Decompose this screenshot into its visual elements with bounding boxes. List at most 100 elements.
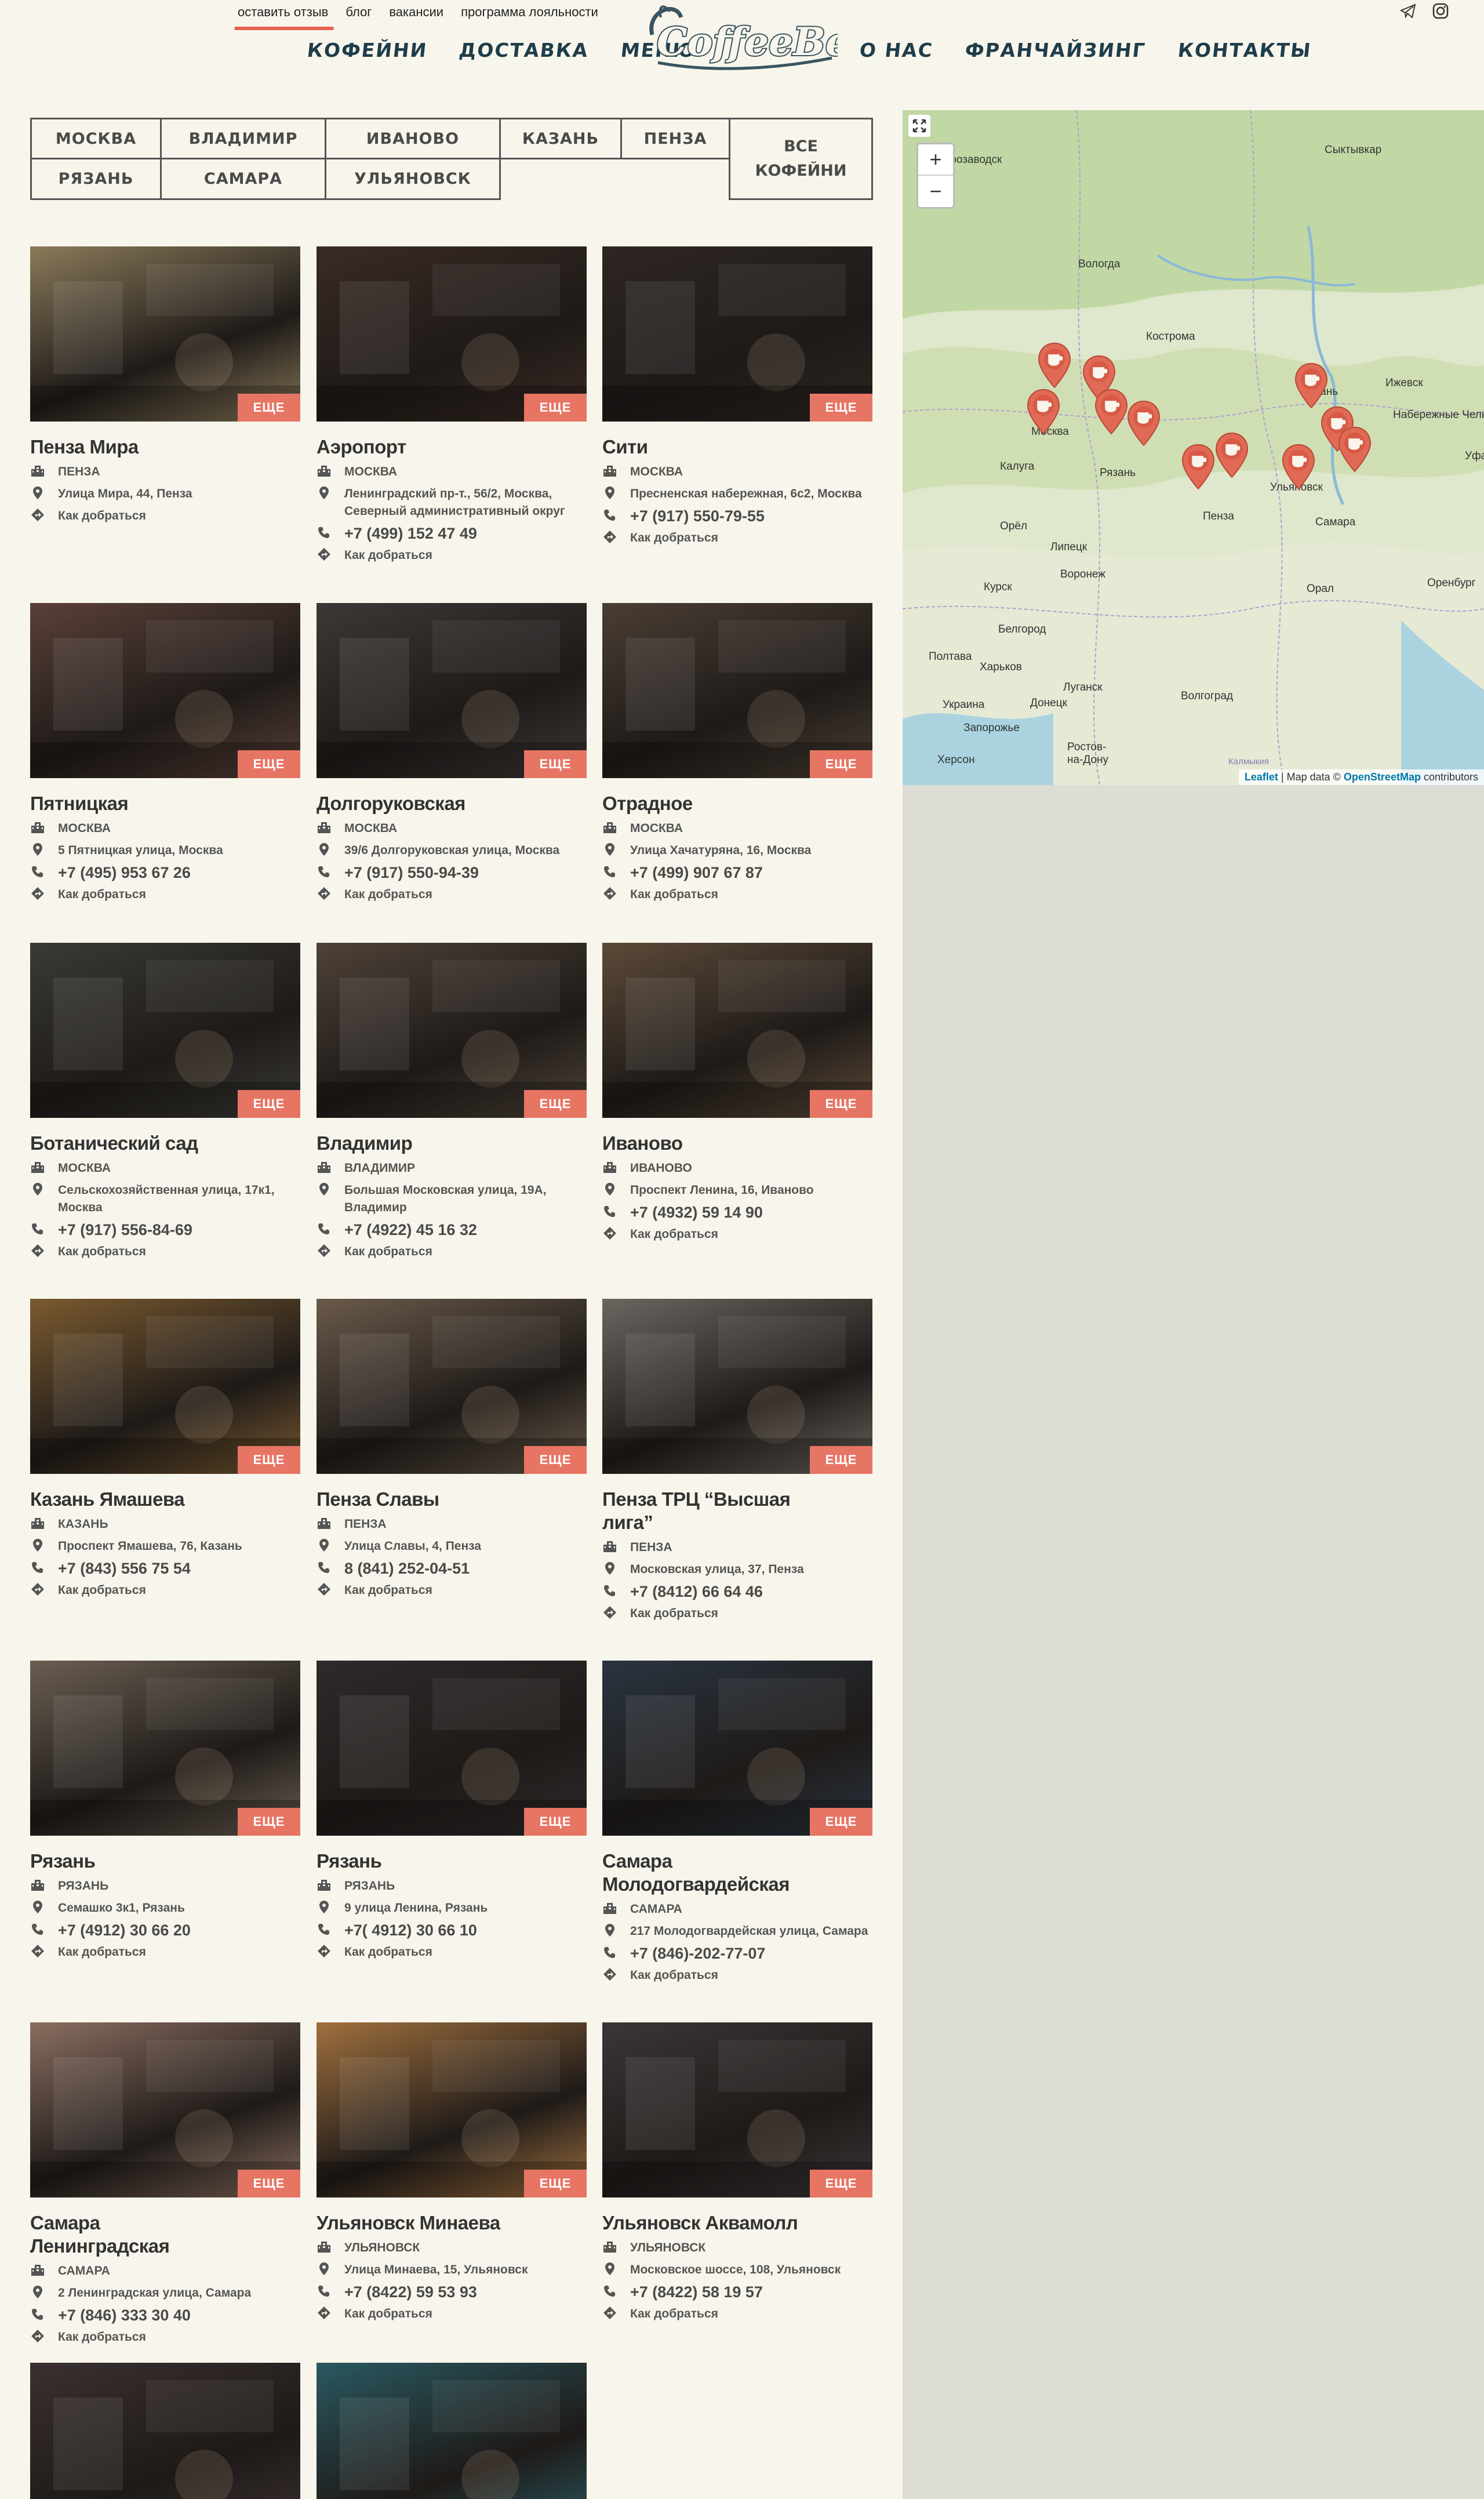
cafe-card[interactable]: ЕЩЕ Рязань РЯЗАНЬ 9 улица Ленина, Рязань +7(… xyxy=(317,1661,587,1961)
cafe-phone[interactable]: +7( 4912) 30 66 10 xyxy=(344,1922,477,1939)
cafe-name[interactable]: Аэропорт xyxy=(317,435,587,459)
cafe-photo[interactable] xyxy=(317,2363,587,2499)
cafe-name[interactable]: Казань Ямашева xyxy=(30,1488,300,1511)
zoom-out-button[interactable]: − xyxy=(918,176,953,207)
top-link-loyalty[interactable]: программа лояльности xyxy=(461,5,598,22)
cafe-marker-icon[interactable] xyxy=(1294,362,1329,409)
cafe-card[interactable]: ЕЩЕ Долгоруковская МОСКВА 39/6 Долгоруковск… xyxy=(317,603,587,903)
cafe-name[interactable]: Пятницкая xyxy=(30,792,300,815)
more-button[interactable]: ЕЩЕ xyxy=(810,2170,872,2197)
cafe-card[interactable]: ЕЩЕ Ульяновск Аквамолл УЛЬЯНОВСК Московское… xyxy=(602,2022,872,2323)
cafe-phone[interactable]: +7 (846)-202-77-07 xyxy=(630,1945,765,1962)
cafe-name[interactable]: Долгоруковская xyxy=(317,792,587,815)
cafe-marker-icon[interactable] xyxy=(1214,432,1249,478)
cafe-card[interactable]: ЕЩЕ Самара Молодогвардейская САМАРА 217 Мол… xyxy=(602,1661,872,1984)
more-button[interactable]: ЕЩЕ xyxy=(524,1090,587,1118)
cafe-phone[interactable]: +7 (4912) 30 66 20 xyxy=(58,1922,191,1939)
more-button[interactable]: ЕЩЕ xyxy=(238,1808,300,1836)
city-all[interactable]: Все кофейни xyxy=(729,118,873,200)
directions-link[interactable]: Как добраться xyxy=(344,2305,432,2323)
cafe-phone[interactable]: +7 (4922) 45 16 32 xyxy=(344,1221,477,1238)
nav-contacts[interactable]: Контакты xyxy=(1176,39,1312,61)
directions-link[interactable]: Как добраться xyxy=(344,1944,432,1961)
more-button[interactable]: ЕЩЕ xyxy=(238,394,300,422)
cafe-phone[interactable]: +7 (8422) 58 19 57 xyxy=(630,2283,763,2301)
more-button[interactable]: ЕЩЕ xyxy=(524,1808,587,1836)
cafe-name[interactable]: Ульяновск Минаева xyxy=(317,2211,587,2235)
cafe-name[interactable]: Самара Ленинградская xyxy=(30,2211,300,2258)
directions-link[interactable]: Как добраться xyxy=(58,1944,146,1961)
cafe-name[interactable]: Пенза Славы xyxy=(317,1488,587,1511)
cafe-card[interactable]: ЕЩЕ Пенза Мира ПЕНЗА Улица Мира, 44, Пенза К… xyxy=(30,246,300,525)
top-link-blog[interactable]: блог xyxy=(345,5,372,22)
cafe-card[interactable]: ЕЩЕ Ульяновск Минаева УЛЬЯНОВСК Улица Минае… xyxy=(317,2022,587,2323)
nav-franchise[interactable]: Франчайзинг xyxy=(964,39,1147,61)
cafe-card[interactable]: ЕЩЕ Аэропорт МОСКВА Ленинградский пр-т., 56… xyxy=(317,246,587,564)
directions-link[interactable]: Как добраться xyxy=(344,1243,432,1261)
cafe-photo[interactable] xyxy=(30,2363,300,2499)
directions-link[interactable]: Как добраться xyxy=(630,1605,718,1622)
cafe-marker-icon[interactable] xyxy=(1037,342,1072,388)
cafe-name[interactable]: Пенза Мира xyxy=(30,435,300,459)
directions-link[interactable]: Как добраться xyxy=(630,2305,718,2323)
cafe-card[interactable]: ЕЩЕ Ботанический сад МОСКВА Сельскохозяйств… xyxy=(30,943,300,1261)
directions-link[interactable]: Как добраться xyxy=(630,529,718,547)
cafe-card[interactable]: ЕЩЕ Иваново ИВАНОВО Проспект Ленина, 16, Ив… xyxy=(602,943,872,1243)
cafe-phone[interactable]: +7 (8422) 59 53 93 xyxy=(344,2283,477,2301)
directions-link[interactable]: Как добраться xyxy=(58,2329,146,2346)
zoom-in-button[interactable]: + xyxy=(918,144,953,176)
cafe-card[interactable]: ЕЩЕ Владимир ВЛАДИМИР Большая Московская ул… xyxy=(317,943,587,1261)
cafe-name[interactable]: Сити xyxy=(602,435,872,459)
cafe-card[interactable]: ЕЩЕ Пенза Славы ПЕНЗА Улица Славы, 4, Пенза… xyxy=(317,1299,587,1599)
cafe-marker-icon[interactable] xyxy=(1126,400,1161,446)
cafe-marker-icon[interactable] xyxy=(1181,444,1216,490)
cafe-card[interactable]: ЕЩЕ Казань Ямашева КАЗАНЬ Проспект Ямашева,… xyxy=(30,1299,300,1599)
cafe-phone[interactable]: +7 (499) 152 47 49 xyxy=(344,525,477,542)
nav-delivery[interactable]: Доставка xyxy=(458,39,590,61)
cafe-phone[interactable]: +7 (495) 953 67 26 xyxy=(58,864,191,881)
nav-cafes[interactable]: Кофейни xyxy=(306,39,428,61)
cafe-name[interactable]: Ульяновск Аквамолл xyxy=(602,2211,872,2235)
more-button[interactable]: ЕЩЕ xyxy=(524,1446,587,1474)
more-button[interactable]: ЕЩЕ xyxy=(524,394,587,422)
city-moscow[interactable]: Москва xyxy=(30,118,162,159)
cafe-card[interactable]: ЕЩЕ Самара Ленинградская САМАРА 2 Ленинград… xyxy=(30,2022,300,2346)
cafe-name[interactable]: Ботанический сад xyxy=(30,1132,300,1155)
cafe-name[interactable]: Отрадное xyxy=(602,792,872,815)
directions-link[interactable]: Как добраться xyxy=(630,886,718,903)
instagram-icon[interactable] xyxy=(1432,2,1449,20)
cafe-phone[interactable]: +7 (499) 907 67 87 xyxy=(630,864,763,881)
directions-link[interactable]: Как добраться xyxy=(344,1582,432,1599)
cafe-phone[interactable]: +7 (917) 550-94-39 xyxy=(344,864,479,881)
city-ivanovo[interactable]: Иваново xyxy=(325,118,501,159)
directions-link[interactable]: Как добраться xyxy=(58,886,146,903)
more-button[interactable]: ЕЩЕ xyxy=(524,2170,587,2197)
cafe-marker-icon[interactable] xyxy=(1026,388,1061,435)
cafe-card[interactable]: ЕЩЕ Сити МОСКВА Пресненская набережная, 6с2… xyxy=(602,246,872,547)
more-button[interactable]: ЕЩЕ xyxy=(238,2170,300,2197)
more-button[interactable]: ЕЩЕ xyxy=(810,394,872,422)
more-button[interactable]: ЕЩЕ xyxy=(810,750,872,778)
more-button[interactable]: ЕЩЕ xyxy=(238,1090,300,1118)
cafe-name[interactable]: Владимир xyxy=(317,1132,587,1155)
more-button[interactable]: ЕЩЕ xyxy=(810,1446,872,1474)
cafe-name[interactable]: Рязань xyxy=(30,1850,300,1873)
city-vladimir[interactable]: Владимир xyxy=(160,118,326,159)
more-button[interactable]: ЕЩЕ xyxy=(238,750,300,778)
cafe-phone[interactable]: 8 (841) 252-04-51 xyxy=(344,1560,470,1577)
directions-link[interactable]: Как добраться xyxy=(630,1226,718,1243)
city-samara[interactable]: Самара xyxy=(160,158,326,200)
cafe-phone[interactable]: +7 (843) 556 75 54 xyxy=(58,1560,191,1577)
directions-link[interactable]: Как добраться xyxy=(58,507,146,525)
cafe-card[interactable]: ЕЩЕ Пенза ТРЦ “Высшая лига” ПЕНЗА Московска… xyxy=(602,1299,872,1622)
directions-link[interactable]: Как добраться xyxy=(344,547,432,564)
more-button[interactable]: ЕЩЕ xyxy=(810,1090,872,1118)
cafe-phone[interactable]: +7 (846) 333 30 40 xyxy=(58,2307,191,2324)
cafe-marker-icon[interactable] xyxy=(1337,426,1372,473)
cafe-marker-icon[interactable] xyxy=(1281,444,1316,490)
top-link-jobs[interactable]: вакансии xyxy=(389,5,443,22)
directions-link[interactable]: Как добраться xyxy=(58,1243,146,1261)
more-button[interactable]: ЕЩЕ xyxy=(810,1808,872,1836)
city-ryazan[interactable]: Рязань xyxy=(30,158,162,200)
cafe-name[interactable]: Рязань xyxy=(317,1850,587,1873)
